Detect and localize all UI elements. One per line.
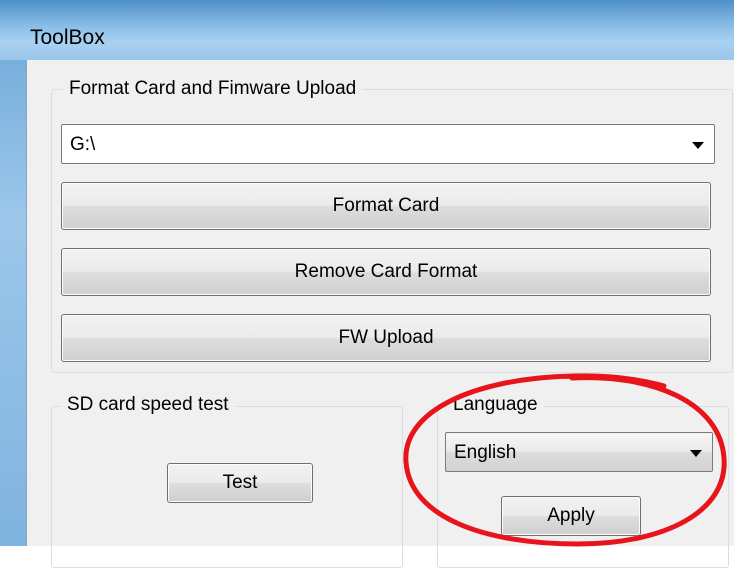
title-bar[interactable]: ToolBox (0, 0, 734, 60)
language-group (437, 406, 729, 568)
language-select[interactable]: English (445, 432, 713, 472)
remove-card-format-button[interactable]: Remove Card Format (61, 248, 711, 296)
window-frame: ToolBox Format Card and Fimware Upload G… (0, 0, 734, 568)
client-area: Format Card and Fimware Upload G:\ Forma… (26, 60, 734, 568)
drive-select-value: G:\ (70, 134, 96, 155)
window-title: ToolBox (30, 26, 105, 49)
chevron-down-icon (690, 450, 702, 457)
fw-upload-button[interactable]: FW Upload (61, 314, 711, 362)
format-card-button[interactable]: Format Card (61, 182, 711, 230)
language-group-title: Language (447, 394, 544, 416)
speed-test-group-title: SD card speed test (61, 394, 235, 416)
chevron-down-icon (692, 142, 704, 149)
format-card-group-title: Format Card and Fimware Upload (63, 78, 363, 100)
apply-button[interactable]: Apply (501, 496, 641, 536)
language-select-value: English (454, 442, 517, 463)
test-button[interactable]: Test (167, 463, 313, 503)
drive-select[interactable]: G:\ (61, 124, 715, 164)
